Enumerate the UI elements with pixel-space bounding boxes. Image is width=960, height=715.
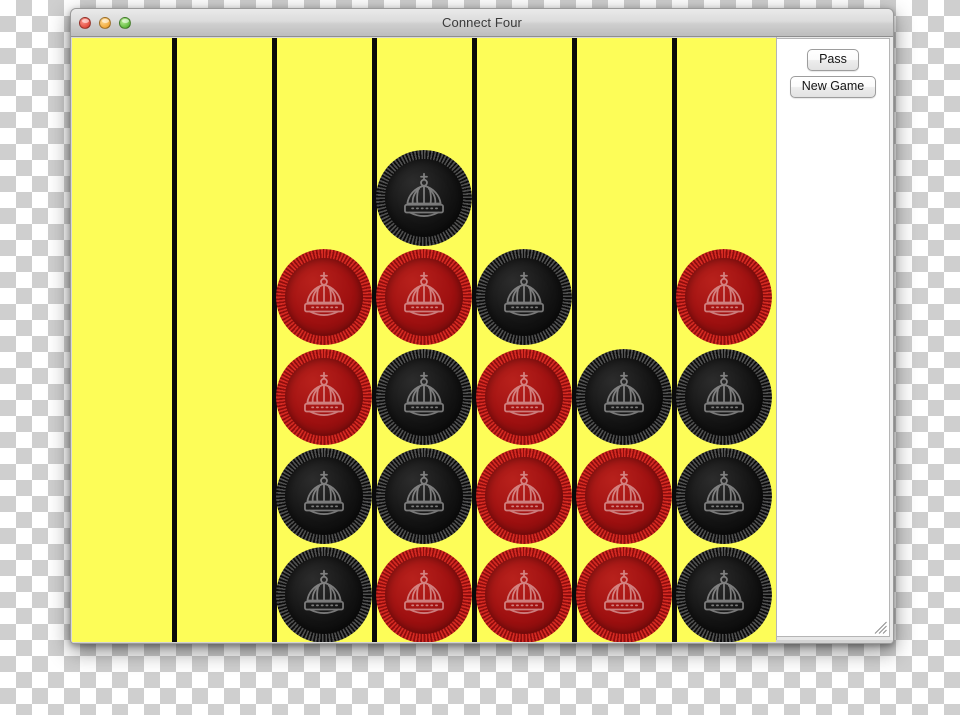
black-disc	[276, 547, 372, 642]
board-cell[interactable]	[676, 547, 772, 642]
crown-icon	[394, 269, 454, 329]
board-cell[interactable]	[476, 349, 572, 445]
crown-icon	[694, 567, 754, 627]
red-disc	[576, 448, 672, 544]
crown-icon	[294, 567, 354, 627]
board-cell[interactable]	[676, 249, 772, 345]
black-disc	[276, 448, 372, 544]
game-board-container	[71, 37, 777, 642]
black-disc	[476, 249, 572, 345]
window-title: Connect Four	[442, 15, 522, 30]
close-button-icon[interactable]	[79, 16, 91, 29]
board-cell[interactable]	[576, 349, 672, 445]
board-cell[interactable]	[276, 349, 372, 445]
board-cell[interactable]	[676, 448, 772, 544]
black-disc	[676, 448, 772, 544]
red-disc	[476, 547, 572, 642]
black-disc	[376, 448, 472, 544]
connect-four-window: Connect Four Pass New Game	[70, 8, 894, 644]
game-board[interactable]	[72, 38, 776, 642]
crown-icon	[494, 468, 554, 528]
crown-icon	[594, 567, 654, 627]
column-divider	[172, 38, 177, 642]
red-disc	[376, 249, 472, 345]
crown-icon	[694, 369, 754, 429]
crown-icon	[394, 369, 454, 429]
black-disc	[376, 349, 472, 445]
board-cell[interactable]	[376, 249, 472, 345]
minimize-button-icon[interactable]	[99, 16, 111, 29]
crown-icon	[394, 567, 454, 627]
board-cell[interactable]	[576, 547, 672, 642]
red-disc	[476, 448, 572, 544]
board-cell[interactable]	[376, 150, 472, 246]
red-disc	[576, 547, 672, 642]
crown-icon	[294, 269, 354, 329]
window-titlebar[interactable]: Connect Four	[71, 9, 893, 37]
crown-icon	[594, 468, 654, 528]
red-disc	[376, 547, 472, 642]
board-cell[interactable]	[476, 249, 572, 345]
crown-icon	[294, 468, 354, 528]
board-cell[interactable]	[576, 448, 672, 544]
board-cell[interactable]	[276, 547, 372, 642]
board-cell[interactable]	[276, 448, 372, 544]
board-cell[interactable]	[476, 547, 572, 642]
pass-button[interactable]: Pass	[807, 49, 859, 71]
maximize-button-icon[interactable]	[119, 16, 131, 29]
board-cell[interactable]	[276, 249, 372, 345]
red-disc	[276, 349, 372, 445]
black-disc	[576, 349, 672, 445]
crown-icon	[694, 269, 754, 329]
board-cell[interactable]	[376, 349, 472, 445]
resize-grip-icon[interactable]	[873, 620, 888, 635]
board-cell[interactable]	[376, 448, 472, 544]
red-disc	[676, 249, 772, 345]
crown-icon	[394, 170, 454, 230]
new-game-button[interactable]: New Game	[789, 76, 877, 98]
crown-icon	[394, 468, 454, 528]
crown-icon	[594, 369, 654, 429]
black-disc	[376, 150, 472, 246]
board-cell[interactable]	[376, 547, 472, 642]
control-panel: Pass New Game	[777, 38, 890, 637]
board-cell[interactable]	[476, 448, 572, 544]
crown-icon	[694, 468, 754, 528]
red-disc	[476, 349, 572, 445]
window-body: Pass New Game	[71, 37, 893, 642]
black-disc	[676, 349, 772, 445]
crown-icon	[494, 269, 554, 329]
crown-icon	[294, 369, 354, 429]
black-disc	[676, 547, 772, 642]
window-controls	[79, 9, 131, 36]
crown-icon	[494, 369, 554, 429]
board-cell[interactable]	[676, 349, 772, 445]
crown-icon	[494, 567, 554, 627]
red-disc	[276, 249, 372, 345]
